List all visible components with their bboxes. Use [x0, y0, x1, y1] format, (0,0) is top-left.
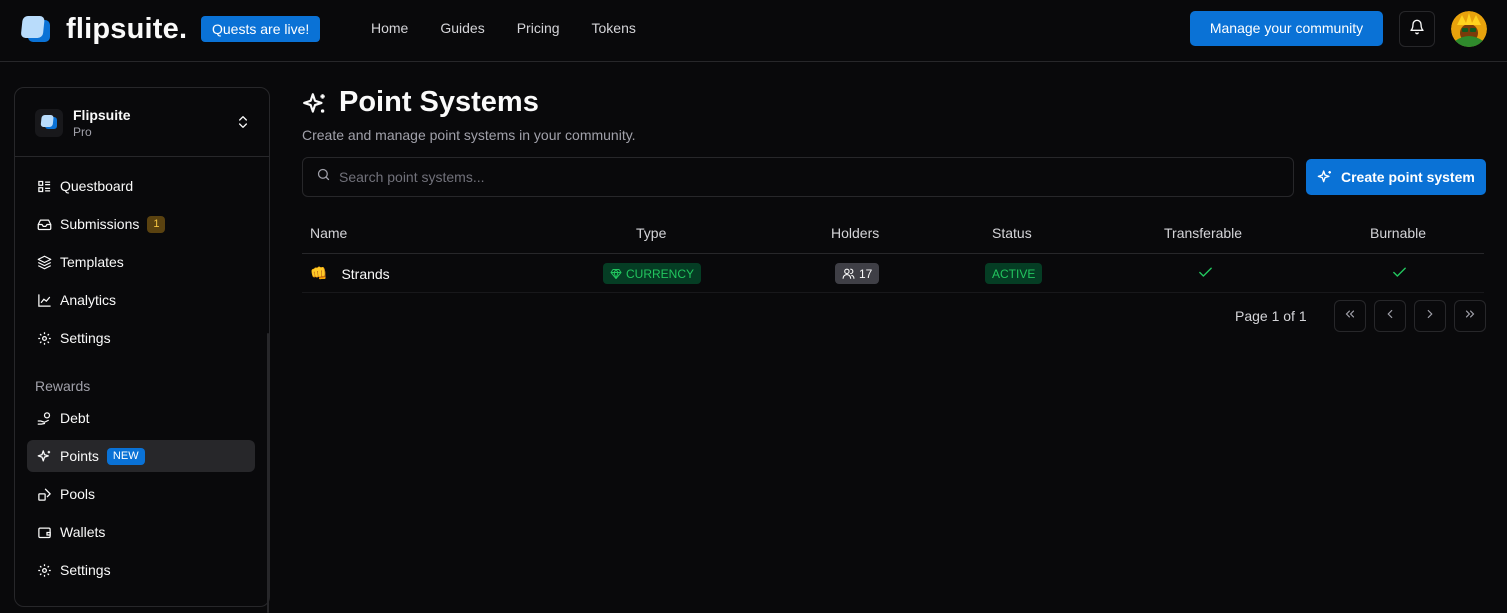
logo-icon [20, 15, 52, 45]
column-header-status[interactable]: Status [992, 225, 1032, 241]
holders-count: 17 [859, 266, 873, 281]
layers-icon [36, 254, 52, 270]
holders-cell: 17 [835, 254, 880, 293]
search-input[interactable] [339, 169, 1239, 185]
chevrons-right-icon [1463, 307, 1477, 326]
point-system-name: Strands [341, 265, 390, 282]
nav-tokens[interactable]: Tokens [592, 20, 636, 36]
sidebar-item-label: Templates [60, 254, 124, 270]
check-icon [1391, 264, 1408, 284]
sidebar-item-wallets[interactable]: Wallets [27, 516, 255, 548]
column-header-transferable[interactable]: Transferable [1164, 225, 1242, 241]
sidebar-scrollbar[interactable] [267, 333, 269, 613]
status-badge: ACTIVE [985, 263, 1043, 284]
logo-text: flipsuite. [66, 13, 188, 45]
create-button-label: Create point system [1341, 169, 1475, 185]
point-systems-table: Name Type Holders Status Transferable Bu… [302, 213, 1484, 293]
sparkles-icon [1317, 169, 1333, 185]
sidebar-item-label: Questboard [60, 178, 134, 194]
gem-icon [610, 268, 622, 280]
sidebar-item-templates[interactable]: Templates [27, 246, 255, 278]
sidebar: Flipsuite Pro Questboard Submissions 1 T… [14, 87, 270, 613]
point-emoji: 👊 [310, 265, 328, 281]
table-row[interactable]: 👊 Strands CURRENCY 17 ACTIVE [302, 254, 1484, 293]
notifications-button[interactable] [1399, 11, 1435, 47]
sidebar-item-pools[interactable]: Pools [27, 478, 255, 510]
users-icon [842, 267, 855, 280]
avatar[interactable] [1451, 11, 1487, 47]
sparkles-icon [302, 91, 328, 122]
new-badge: NEW [106, 447, 145, 465]
gear-icon [36, 330, 52, 346]
nav-guides[interactable]: Guides [440, 20, 484, 36]
sidebar-item-points[interactable]: Points NEW [27, 440, 255, 472]
column-header-name[interactable]: Name [310, 225, 347, 241]
sidebar-item-label: Wallets [60, 524, 106, 540]
sidebar-item-rewards-settings[interactable]: Settings [27, 554, 255, 586]
list-icon [36, 178, 52, 194]
shapes-icon [36, 486, 52, 502]
holders-badge: 17 [835, 263, 880, 284]
chevrons-left-icon [1343, 307, 1357, 326]
search-box[interactable] [302, 157, 1294, 197]
chart-line-icon [36, 292, 52, 308]
sparkles-icon [36, 448, 52, 464]
gear-icon [36, 562, 52, 578]
sidebar-item-label: Points [60, 448, 99, 464]
sidebar-item-debt[interactable]: Debt [27, 402, 255, 434]
nav-pricing[interactable]: Pricing [517, 20, 560, 36]
rewards-section-label: Rewards [35, 378, 91, 394]
burnable-cell [1391, 254, 1408, 293]
hand-coins-icon [36, 410, 52, 426]
org-plan: Pro [73, 125, 92, 139]
chevrons-up-down-icon[interactable] [235, 114, 251, 135]
table-header: Name Type Holders Status Transferable Bu… [302, 213, 1484, 254]
sidebar-item-questboard[interactable]: Questboard [27, 170, 255, 202]
column-header-burnable[interactable]: Burnable [1370, 225, 1426, 241]
first-page-button[interactable] [1334, 300, 1366, 332]
column-header-type[interactable]: Type [636, 225, 666, 241]
sidebar-item-label: Settings [60, 562, 111, 578]
submissions-count-badge: 1 [147, 215, 166, 233]
page-subtitle: Create and manage point systems in your … [302, 127, 636, 143]
sidebar-item-label: Analytics [60, 292, 117, 308]
type-label: CURRENCY [626, 266, 695, 281]
sidebar-item-settings[interactable]: Settings [27, 322, 255, 354]
sidebar-item-label: Pools [60, 486, 96, 502]
quests-live-badge[interactable]: Quests are live! [201, 16, 321, 42]
sidebar-item-label: Debt [60, 410, 90, 426]
nav-home[interactable]: Home [371, 20, 408, 36]
org-switcher[interactable]: Flipsuite Pro [15, 88, 269, 157]
next-page-button[interactable] [1414, 300, 1446, 332]
create-point-system-button[interactable]: Create point system [1306, 159, 1486, 195]
top-bar: flipsuite. Quests are live! Home Guides … [0, 0, 1507, 62]
wallet-icon [36, 524, 52, 540]
org-name: Flipsuite [73, 107, 131, 123]
sidebar-item-label: Settings [60, 330, 111, 346]
org-logo-icon [35, 109, 63, 137]
chevron-left-icon [1383, 307, 1397, 326]
inbox-icon [36, 216, 52, 232]
sidebar-item-submissions[interactable]: Submissions 1 [27, 208, 255, 240]
last-page-button[interactable] [1454, 300, 1486, 332]
manage-community-button[interactable]: Manage your community [1190, 11, 1383, 46]
main-nav: Home Guides Pricing Tokens [371, 20, 668, 36]
page-title: Point Systems [339, 86, 539, 118]
search-icon [316, 167, 331, 187]
column-header-holders[interactable]: Holders [831, 225, 879, 241]
logo[interactable]: flipsuite. [20, 13, 187, 46]
sidebar-item-label: Submissions [60, 216, 140, 232]
name-cell: 👊 Strands [310, 254, 390, 293]
bell-icon [1409, 19, 1425, 40]
check-icon [1197, 264, 1214, 284]
sidebar-item-analytics[interactable]: Analytics [27, 284, 255, 316]
previous-page-button[interactable] [1374, 300, 1406, 332]
status-cell: ACTIVE [985, 254, 1043, 293]
type-badge: CURRENCY [603, 263, 702, 284]
transferable-cell [1197, 254, 1214, 293]
pagination-label: Page 1 of 1 [1235, 308, 1307, 324]
chevron-right-icon [1423, 307, 1437, 326]
type-cell: CURRENCY [603, 254, 702, 293]
